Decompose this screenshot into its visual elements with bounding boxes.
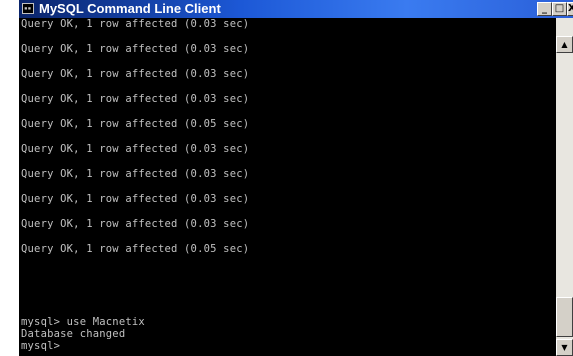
console-prompt[interactable]: mysql> (21, 340, 60, 352)
scroll-thumb[interactable] (556, 297, 573, 337)
vertical-scrollbar[interactable]: ▲ ▼ (556, 18, 573, 356)
console-line: Query OK, 1 row affected (0.05 sec) (21, 118, 250, 130)
console-line: Query OK, 1 row affected (0.03 sec) (21, 18, 250, 30)
window-title: MySQL Command Line Client (39, 1, 221, 16)
console-line: Query OK, 1 row affected (0.05 sec) (21, 243, 250, 255)
title-bar[interactable]: ▪▪ MySQL Command Line Client _ □ X (19, 0, 573, 18)
mysql-console-window: ▪▪ MySQL Command Line Client _ □ X Query… (19, 0, 573, 356)
console-status-line: Database changed (21, 328, 126, 340)
scroll-up-arrow-icon[interactable]: ▲ (556, 36, 573, 53)
scroll-down-arrow-icon[interactable]: ▼ (556, 339, 573, 356)
console-line: Query OK, 1 row affected (0.03 sec) (21, 68, 250, 80)
console-line: Query OK, 1 row affected (0.03 sec) (21, 168, 250, 180)
console-output[interactable]: Query OK, 1 row affected (0.03 sec) Quer… (21, 18, 554, 356)
console-line: Query OK, 1 row affected (0.03 sec) (21, 143, 250, 155)
console-line: Query OK, 1 row affected (0.03 sec) (21, 218, 250, 230)
console-line: Query OK, 1 row affected (0.03 sec) (21, 93, 250, 105)
console-icon[interactable]: ▪▪ (22, 3, 34, 14)
console-line: Query OK, 1 row affected (0.03 sec) (21, 193, 250, 205)
close-button[interactable]: X (567, 2, 573, 16)
console-command-line: mysql> use Macnetix (21, 316, 145, 328)
maximize-button[interactable]: □ (552, 2, 567, 16)
console-line: Query OK, 1 row affected (0.03 sec) (21, 43, 250, 55)
minimize-button[interactable]: _ (537, 2, 552, 16)
